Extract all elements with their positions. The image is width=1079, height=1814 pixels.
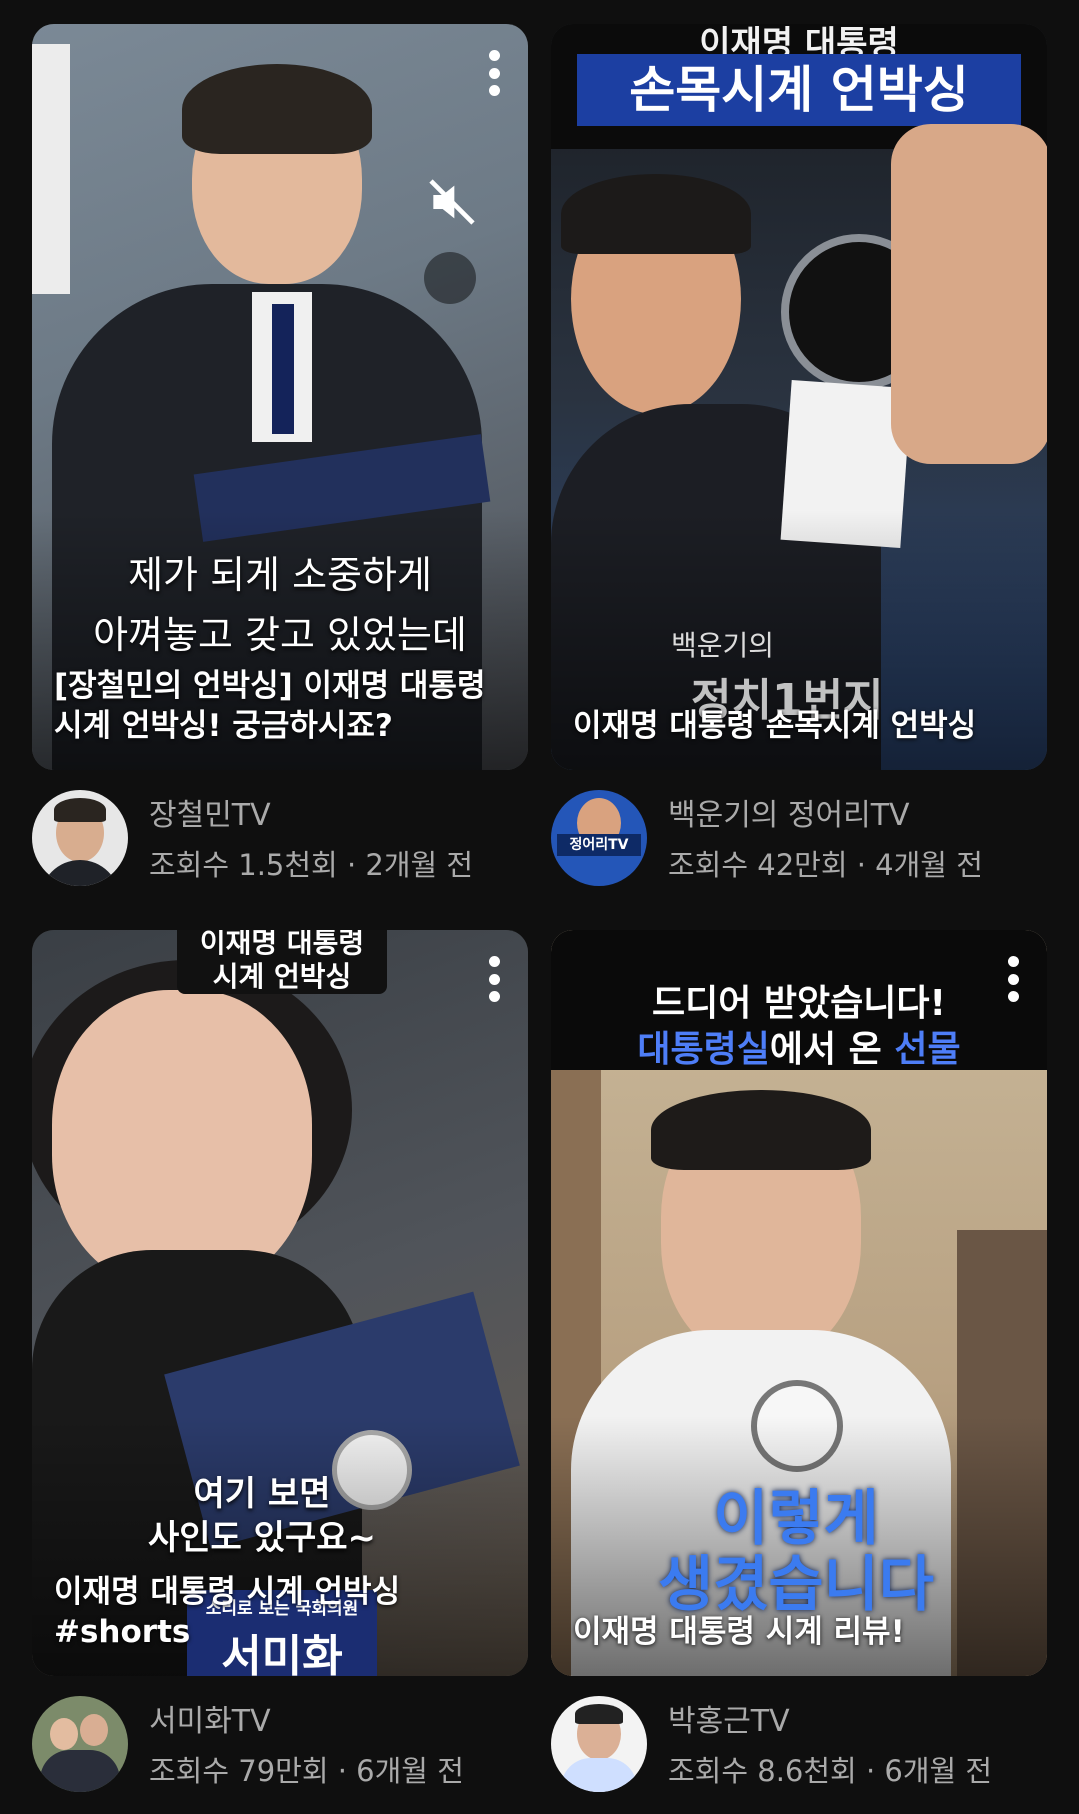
- overlay-caption-line: 아껴놓고 갖고 있었는데: [93, 613, 467, 657]
- channel-name[interactable]: 서미화TV: [149, 1696, 271, 1740]
- video-thumbnail[interactable]: 드디어 받았습니다! 대통령실에서 온 선물 이렇게 생겼습니다 이재명 대통령…: [551, 930, 1047, 1676]
- avatar-label: 정어리TV: [557, 834, 641, 856]
- video-card[interactable]: 제가 되게 소중하게 아껴놓고 갖고 있었는데 [장철민의 언박싱] 이재명 대…: [32, 24, 528, 908]
- video-stats: 조회수 42만회 · 4개월 전: [668, 848, 983, 882]
- channel-name[interactable]: 박홍근TV: [668, 1696, 790, 1740]
- video-title[interactable]: 이재명 대통령 시계 언박싱 #shorts: [54, 1572, 408, 1652]
- overlay-caption-line: 제가 되게 소중하게: [128, 553, 432, 597]
- more-vert-icon[interactable]: [488, 50, 500, 96]
- overlay-caption-banner: 손목시계 언박싱: [577, 54, 1021, 126]
- video-stats: 조회수 79만회 · 6개월 전: [149, 1754, 464, 1788]
- overlay-highlight: 대통령실: [637, 1029, 770, 1070]
- channel-name[interactable]: 장철민TV: [149, 790, 271, 834]
- more-vert-icon[interactable]: [488, 956, 500, 1002]
- video-title[interactable]: 이재명 대통령 손목시계 언박싱: [573, 706, 1029, 746]
- channel-name[interactable]: 백운기의 정어리TV: [668, 790, 910, 834]
- channel-avatar[interactable]: 정어리TV: [551, 790, 647, 886]
- channel-avatar[interactable]: [32, 790, 128, 886]
- video-stats: 조회수 8.6천회 · 6개월 전: [668, 1754, 993, 1788]
- overlay-text: 에서 온: [769, 1029, 882, 1070]
- video-title[interactable]: 이재명 대통령 시계 리뷰!: [573, 1612, 1029, 1652]
- video-thumbnail[interactable]: 제가 되게 소중하게 아껴놓고 갖고 있었는데 [장철민의 언박싱] 이재명 대…: [32, 24, 528, 770]
- seek-dot: [424, 252, 476, 304]
- overlay-caption-big: 이렇게 생겼습니다: [658, 1484, 934, 1620]
- channel-avatar[interactable]: [551, 1696, 647, 1792]
- overlay-caption-small: 백운기의: [671, 629, 775, 662]
- video-stats: 조회수 1.5천회 · 2개월 전: [149, 848, 474, 882]
- mute-icon[interactable]: [424, 174, 480, 230]
- overlay-highlight: 선물: [894, 1029, 961, 1070]
- overlay-caption-top: 드디어 받았습니다!: [652, 983, 946, 1024]
- channel-avatar[interactable]: [32, 1696, 128, 1792]
- video-thumbnail[interactable]: 이재명 대통령 시계 언박싱 여기 보면 사인도 있구요~ 소리로 보는 국회의…: [32, 930, 528, 1676]
- video-card[interactable]: 이재명 대통령 손목시계 언박싱 백운기의 정치1번지 이재명 대통령 손목시계…: [551, 24, 1047, 908]
- overlay-caption-mid: 여기 보면 사인도 있구요~: [147, 1474, 376, 1558]
- video-card[interactable]: 이재명 대통령 시계 언박싱 여기 보면 사인도 있구요~ 소리로 보는 국회의…: [32, 930, 528, 1814]
- video-card[interactable]: 드디어 받았습니다! 대통령실에서 온 선물 이렇게 생겼습니다 이재명 대통령…: [551, 930, 1047, 1814]
- video-title[interactable]: [장철민의 언박싱] 이재명 대통령 시계 언박싱! 궁금하시죠?: [54, 666, 510, 746]
- more-vert-icon[interactable]: [1007, 956, 1019, 1002]
- video-thumbnail[interactable]: 이재명 대통령 손목시계 언박싱 백운기의 정치1번지 이재명 대통령 손목시계…: [551, 24, 1047, 770]
- overlay-caption-sub: 대통령실에서 온 선물: [551, 1020, 1047, 1072]
- overlay-caption-top: 이재명 대통령 시계 언박싱: [199, 930, 365, 993]
